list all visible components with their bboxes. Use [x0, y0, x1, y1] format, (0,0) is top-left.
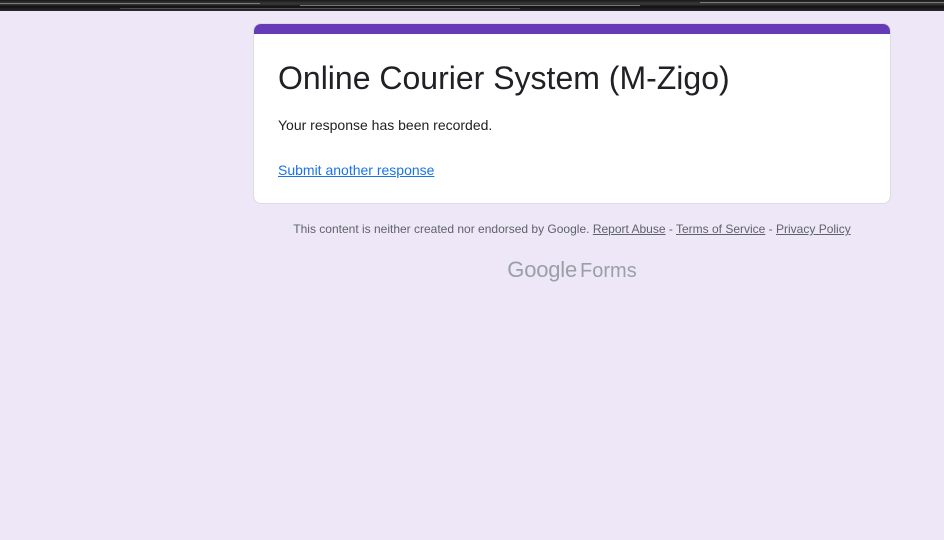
confirmation-card: Online Courier System (M-Zigo) Your resp… [253, 23, 891, 204]
submit-another-response-link[interactable]: Submit another response [278, 162, 434, 178]
terms-of-service-link[interactable]: Terms of Service [676, 222, 765, 236]
form-title: Online Courier System (M-Zigo) [278, 60, 730, 96]
form-accent-bar [254, 24, 890, 34]
window-top-strip [0, 0, 944, 11]
footer-separator: - [765, 222, 777, 236]
google-wordmark: Google [507, 257, 578, 282]
footer: This content is neither created nor endo… [253, 222, 891, 236]
confirmation-message: Your response has been recorded. [278, 117, 493, 133]
footer-disclaimer: This content is neither created nor endo… [293, 222, 590, 236]
footer-separator: - [665, 222, 676, 236]
report-abuse-link[interactable]: Report Abuse [593, 222, 666, 236]
privacy-policy-link[interactable]: Privacy Policy [776, 222, 851, 236]
google-forms-logo[interactable]: Google Forms [253, 257, 891, 283]
forms-wordmark: Forms [580, 260, 637, 282]
